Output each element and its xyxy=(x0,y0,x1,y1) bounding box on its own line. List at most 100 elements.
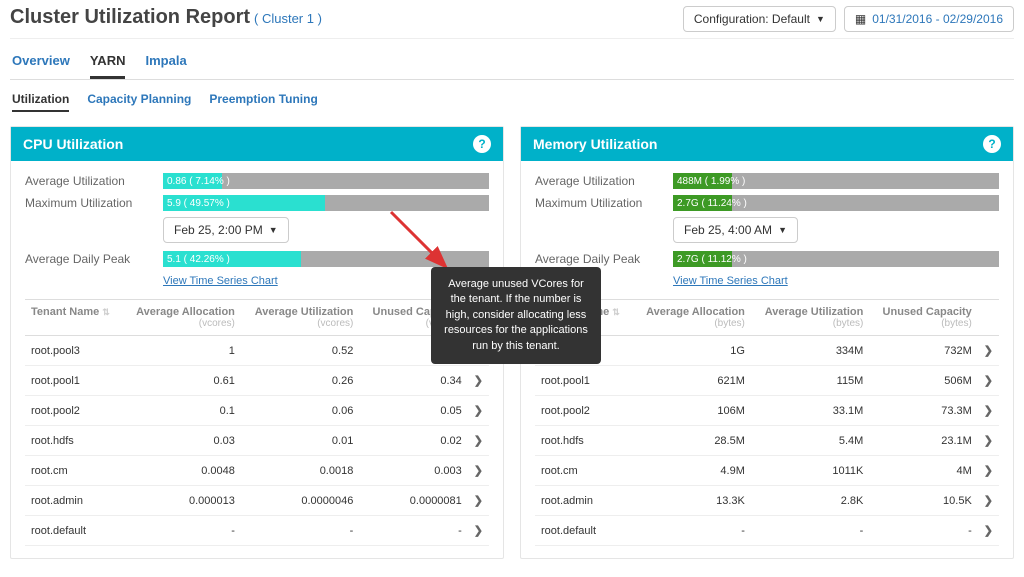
cpu-avg-fill: 0.86 ( 7.14% ) xyxy=(163,173,222,189)
alloc-cell: 13.3K xyxy=(632,486,751,516)
chevron-down-icon: ▼ xyxy=(816,14,825,24)
cpu-max-fill: 5.9 ( 49.57% ) xyxy=(163,195,325,211)
table-row: root.hdfs0.030.010.02❯ xyxy=(25,426,489,456)
expand-row-icon[interactable]: ❯ xyxy=(984,345,993,357)
util-cell: - xyxy=(241,516,359,546)
table-row: root.default---❯ xyxy=(25,516,489,546)
tenant-name: root.cm xyxy=(535,456,632,486)
table-row: root.pool1621M115M506M❯ xyxy=(535,366,999,396)
expand-row-icon[interactable]: ❯ xyxy=(474,465,483,477)
tenant-name: root.hdfs xyxy=(535,426,632,456)
alloc-cell: 4.9M xyxy=(632,456,751,486)
alloc-cell: 0.000013 xyxy=(122,486,241,516)
alloc-cell: - xyxy=(632,516,751,546)
unused-cell: 0.34 xyxy=(359,366,467,396)
table-row: root.admin0.0000130.00000460.0000081❯ xyxy=(25,486,489,516)
expand-row-icon[interactable]: ❯ xyxy=(474,525,483,537)
unused-cell: 73.3M xyxy=(869,396,977,426)
table-row: root.pool2106M33.1M73.3M❯ xyxy=(535,396,999,426)
help-icon[interactable]: ? xyxy=(473,135,491,153)
tenant-name: root.default xyxy=(535,516,632,546)
date-range-text: 01/31/2016 - 02/29/2016 xyxy=(872,12,1003,26)
col-tenant[interactable]: Tenant Name⇅ xyxy=(25,300,122,336)
alloc-cell: - xyxy=(122,516,241,546)
util-cell: 115M xyxy=(751,366,869,396)
table-row: root.pool20.10.060.05❯ xyxy=(25,396,489,426)
unused-cell: 0.003 xyxy=(359,456,467,486)
config-dropdown[interactable]: Configuration: Default ▼ xyxy=(683,6,836,32)
subtab-capacity[interactable]: Capacity Planning xyxy=(87,88,191,112)
date-range-picker[interactable]: ▦ 01/31/2016 - 02/29/2016 xyxy=(844,6,1014,32)
unused-cell: - xyxy=(359,516,467,546)
unused-cell: 0.0000081 xyxy=(359,486,467,516)
tooltip: Average unused VCores for the tenant. If… xyxy=(431,267,601,364)
expand-row-icon[interactable]: ❯ xyxy=(474,495,483,507)
cpu-time-dropdown[interactable]: Feb 25, 2:00 PM ▼ xyxy=(163,217,289,243)
cluster-link[interactable]: ( Cluster 1 ) xyxy=(254,11,322,26)
mem-peak-fill: 2.7G ( 11.12% ) xyxy=(673,251,732,267)
cpu-panel-title: CPU Utilization xyxy=(23,136,123,152)
subtab-utilization[interactable]: Utilization xyxy=(12,88,69,112)
util-cell: 0.52 xyxy=(241,336,359,366)
config-label: Configuration: Default xyxy=(694,12,810,26)
col-util[interactable]: Average Utilization(bytes) xyxy=(751,300,869,336)
alloc-cell: 0.0048 xyxy=(122,456,241,486)
col-alloc[interactable]: Average Allocation(bytes) xyxy=(632,300,751,336)
table-row: root.pool10.610.260.34❯ xyxy=(25,366,489,396)
util-cell: 0.0018 xyxy=(241,456,359,486)
chevron-down-icon: ▼ xyxy=(269,225,278,235)
expand-row-icon[interactable]: ❯ xyxy=(984,405,993,417)
expand-row-icon[interactable]: ❯ xyxy=(474,435,483,447)
unused-cell: 23.1M xyxy=(869,426,977,456)
util-cell: 5.4M xyxy=(751,426,869,456)
expand-row-icon[interactable]: ❯ xyxy=(984,525,993,537)
mem-view-chart-link[interactable]: View Time Series Chart xyxy=(673,275,788,287)
cpu-view-chart-link[interactable]: View Time Series Chart xyxy=(163,275,278,287)
col-alloc[interactable]: Average Allocation(vcores) xyxy=(122,300,241,336)
mem-max-label: Maximum Utilization xyxy=(535,196,665,210)
mem-peak-label: Average Daily Peak xyxy=(535,252,665,266)
mem-time-dropdown[interactable]: Feb 25, 4:00 AM ▼ xyxy=(673,217,798,243)
expand-row-icon[interactable]: ❯ xyxy=(984,435,993,447)
cpu-avg-label: Average Utilization xyxy=(25,174,155,188)
mem-peak-bar: 2.7G ( 11.12% ) xyxy=(673,251,999,267)
tenant-name: root.cm xyxy=(25,456,122,486)
util-cell: 2.8K xyxy=(751,486,869,516)
expand-row-icon[interactable]: ❯ xyxy=(984,375,993,387)
table-row: root.default---❯ xyxy=(535,516,999,546)
cpu-peak-label: Average Daily Peak xyxy=(25,252,155,266)
tenant-name: root.pool3 xyxy=(25,336,122,366)
alloc-cell: 106M xyxy=(632,396,751,426)
tab-yarn[interactable]: YARN xyxy=(90,45,126,79)
cpu-avg-bar: 0.86 ( 7.14% ) xyxy=(163,173,489,189)
expand-row-icon[interactable]: ❯ xyxy=(984,465,993,477)
unused-cell: 0.02 xyxy=(359,426,467,456)
table-row: root.cm0.00480.00180.003 ❯ xyxy=(25,456,489,486)
util-cell: 0.01 xyxy=(241,426,359,456)
mem-avg-fill: 488M ( 1.99% ) xyxy=(673,173,732,189)
unused-cell: - xyxy=(869,516,977,546)
mem-max-fill: 2.7G ( 11.24% ) xyxy=(673,195,732,211)
col-util[interactable]: Average Utilization(vcores) xyxy=(241,300,359,336)
mem-panel-title: Memory Utilization xyxy=(533,136,657,152)
tab-impala[interactable]: Impala xyxy=(145,45,186,79)
subtab-preemption[interactable]: Preemption Tuning xyxy=(209,88,317,112)
alloc-cell: 1 xyxy=(122,336,241,366)
unused-cell: 0.05 xyxy=(359,396,467,426)
cpu-peak-fill: 5.1 ( 42.26% ) xyxy=(163,251,301,267)
table-row: root.pool31G334M732M❯ xyxy=(535,336,999,366)
table-row: root.cm4.9M1011K4M❯ xyxy=(535,456,999,486)
table-row: root.hdfs28.5M5.4M23.1M❯ xyxy=(535,426,999,456)
unused-cell: 506M xyxy=(869,366,977,396)
expand-row-icon[interactable]: ❯ xyxy=(474,405,483,417)
mem-max-bar: 2.7G ( 11.24% ) xyxy=(673,195,999,211)
expand-row-icon[interactable]: ❯ xyxy=(474,375,483,387)
tab-overview[interactable]: Overview xyxy=(12,45,70,79)
expand-row-icon[interactable]: ❯ xyxy=(984,495,993,507)
calendar-icon: ▦ xyxy=(855,12,866,26)
tenant-name: root.admin xyxy=(25,486,122,516)
col-unused[interactable]: Unused Capacity(bytes) xyxy=(869,300,977,336)
page-title: Cluster Utilization Report xyxy=(10,6,250,29)
tenant-name: root.default xyxy=(25,516,122,546)
help-icon[interactable]: ? xyxy=(983,135,1001,153)
